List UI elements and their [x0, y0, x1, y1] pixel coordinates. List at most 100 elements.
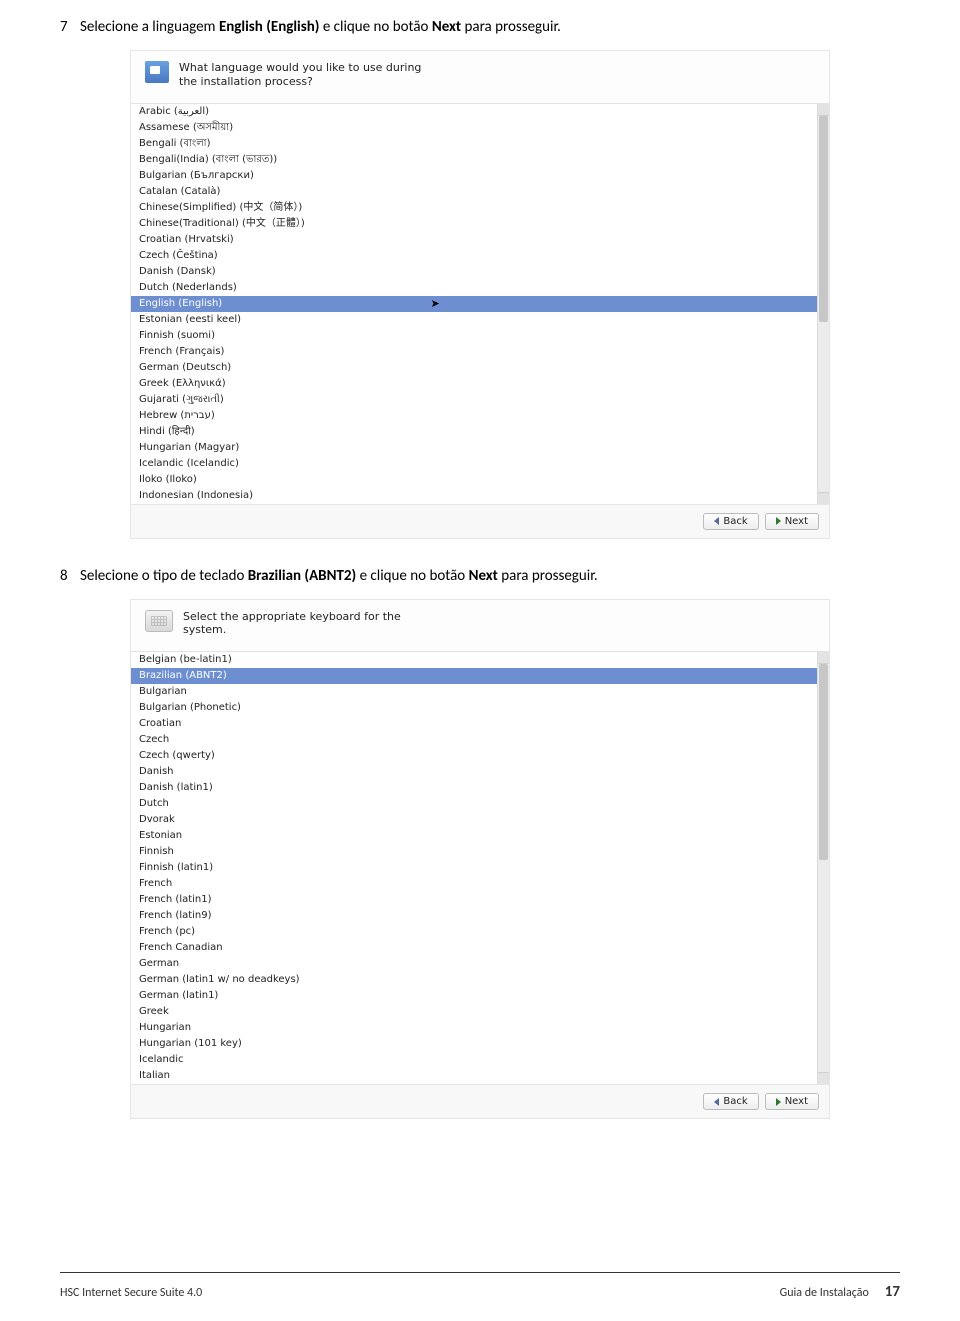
list-item[interactable]: Danish — [131, 764, 817, 780]
dialog-header-text: What language would you like to use duri… — [179, 61, 439, 89]
list-item[interactable]: Greek (Ελληνικά) — [131, 376, 817, 392]
list-item[interactable]: Italian — [131, 1068, 817, 1084]
list-item[interactable]: Dutch (Nederlands) — [131, 280, 817, 296]
scroll-up-arrow[interactable] — [818, 652, 829, 664]
list-item[interactable]: German (latin1 w/ no deadkeys) — [131, 972, 817, 988]
list-item[interactable]: Iloko (Iloko) — [131, 472, 817, 488]
list-item[interactable]: French (Français) — [131, 344, 817, 360]
list-item[interactable]: Croatian — [131, 716, 817, 732]
list-item[interactable]: Hindi (हिन्दी) — [131, 424, 817, 440]
list-item[interactable]: English (English)➤ — [131, 296, 817, 312]
list-item[interactable]: Arabic (العربية) — [131, 104, 817, 120]
text-part: para prosseguir. — [498, 567, 598, 585]
keyboard-icon — [145, 610, 173, 632]
list-item[interactable]: French Canadian — [131, 940, 817, 956]
arrow-right-icon — [776, 1098, 781, 1106]
list-item[interactable]: Gujarati (ગુજરાતી) — [131, 392, 817, 408]
next-button[interactable]: Next — [765, 513, 819, 530]
list-item[interactable]: Hungarian (Magyar) — [131, 440, 817, 456]
dialog-footer: Back Next — [131, 504, 829, 538]
footer-left: HSC Internet Secure Suite 4.0 — [60, 1286, 780, 1300]
keyboard-selection-screenshot: Select the appropriate keyboard for the … — [130, 599, 830, 1120]
arrow-left-icon — [714, 517, 719, 525]
cursor-icon: ➤ — [430, 297, 439, 311]
back-button[interactable]: Back — [703, 513, 758, 530]
list-item[interactable]: Czech (Čeština) — [131, 248, 817, 264]
step-number: 8 — [60, 567, 74, 585]
button-label: Back — [723, 1096, 747, 1107]
language-list[interactable]: Arabic (العربية)Assamese (অসমীয়া)Bengal… — [131, 104, 817, 504]
scroll-thumb[interactable] — [819, 664, 828, 860]
list-item[interactable]: Bulgarian (Phonetic) — [131, 700, 817, 716]
arrow-left-icon — [714, 1098, 719, 1106]
list-item[interactable]: Finnish — [131, 844, 817, 860]
list-item[interactable]: Hebrew (עברית) — [131, 408, 817, 424]
text-part: Selecione a linguagem — [80, 18, 219, 36]
list-item[interactable]: Catalan (Català) — [131, 184, 817, 200]
language-selection-screenshot: What language would you like to use duri… — [130, 50, 830, 539]
scroll-up-arrow[interactable] — [818, 104, 829, 116]
scroll-down-arrow[interactable] — [818, 1072, 829, 1084]
list-item[interactable]: Bengali (বাংলা) — [131, 136, 817, 152]
list-item[interactable]: Estonian (eesti keel) — [131, 312, 817, 328]
scroll-thumb[interactable] — [819, 116, 828, 323]
scrollbar[interactable] — [817, 652, 829, 1084]
bold-part: Next — [432, 18, 461, 36]
list-item[interactable]: Assamese (অসমীয়া) — [131, 120, 817, 136]
list-item[interactable]: Hungarian (101 key) — [131, 1036, 817, 1052]
list-item[interactable]: Dutch — [131, 796, 817, 812]
footer-page-number: 17 — [885, 1283, 900, 1301]
text-part: para prosseguir. — [461, 18, 561, 36]
list-item[interactable]: Finnish (latin1) — [131, 860, 817, 876]
document-page: 7 Selecione a linguagem English (English… — [0, 0, 960, 1272]
list-item[interactable]: German (Deutsch) — [131, 360, 817, 376]
list-item[interactable]: Greek — [131, 1004, 817, 1020]
list-item[interactable]: Icelandic — [131, 1052, 817, 1068]
list-item[interactable]: French (latin1) — [131, 892, 817, 908]
list-item[interactable]: Bulgarian — [131, 684, 817, 700]
scroll-down-arrow[interactable] — [818, 492, 829, 504]
bold-part: Brazilian (ABNT2) — [248, 567, 356, 585]
step-7-instruction: 7 Selecione a linguagem English (English… — [60, 18, 900, 36]
bold-part: English (English) — [219, 18, 320, 36]
dialog-header-text: Select the appropriate keyboard for the … — [183, 610, 443, 638]
list-item[interactable]: Chinese(Simplified) (中文（简体）) — [131, 200, 817, 216]
list-item[interactable]: German — [131, 956, 817, 972]
list-item[interactable]: Indonesian (Indonesia) — [131, 488, 817, 504]
back-button[interactable]: Back — [703, 1093, 758, 1110]
list-item[interactable]: Bengali(India) (বাংলা (ভারত)) — [131, 152, 817, 168]
next-button[interactable]: Next — [765, 1093, 819, 1110]
list-item[interactable]: Hungarian — [131, 1020, 817, 1036]
list-item[interactable]: Bulgarian (Български) — [131, 168, 817, 184]
list-item[interactable]: Chinese(Traditional) (中文（正體）) — [131, 216, 817, 232]
list-item[interactable]: Estonian — [131, 828, 817, 844]
scroll-track[interactable] — [818, 664, 829, 1072]
list-item[interactable]: French (pc) — [131, 924, 817, 940]
list-item[interactable]: Belgian (be-latin1) — [131, 652, 817, 668]
list-item[interactable]: Croatian (Hrvatski) — [131, 232, 817, 248]
list-item[interactable]: Finnish (suomi) — [131, 328, 817, 344]
list-item[interactable]: Brazilian (ABNT2) — [131, 668, 817, 684]
list-item[interactable]: Danish (Dansk) — [131, 264, 817, 280]
step-text: Selecione a linguagem English (English) … — [80, 18, 561, 36]
scrollbar[interactable] — [817, 104, 829, 504]
button-label: Next — [785, 516, 808, 527]
list-item[interactable]: Czech (qwerty) — [131, 748, 817, 764]
text-part: Selecione o tipo de teclado — [80, 567, 248, 585]
list-item[interactable]: Dvorak — [131, 812, 817, 828]
step-8-instruction: 8 Selecione o tipo de teclado Brazilian … — [60, 567, 900, 585]
text-part: e clique no botão — [319, 18, 431, 36]
list-item[interactable]: French (latin9) — [131, 908, 817, 924]
scroll-track[interactable] — [818, 116, 829, 492]
list-item[interactable]: Danish (latin1) — [131, 780, 817, 796]
list-item[interactable]: German (latin1) — [131, 988, 817, 1004]
step-text: Selecione o tipo de teclado Brazilian (A… — [80, 567, 598, 585]
arrow-right-icon — [776, 517, 781, 525]
dialog-footer: Back Next — [131, 1084, 829, 1118]
bold-part: Next — [469, 567, 498, 585]
keyboard-list[interactable]: Belgian (be-latin1)Brazilian (ABNT2)Bulg… — [131, 652, 817, 1084]
list-item[interactable]: Icelandic (Icelandic) — [131, 456, 817, 472]
list-item[interactable]: French — [131, 876, 817, 892]
list-item[interactable]: Czech — [131, 732, 817, 748]
button-label: Back — [723, 516, 747, 527]
